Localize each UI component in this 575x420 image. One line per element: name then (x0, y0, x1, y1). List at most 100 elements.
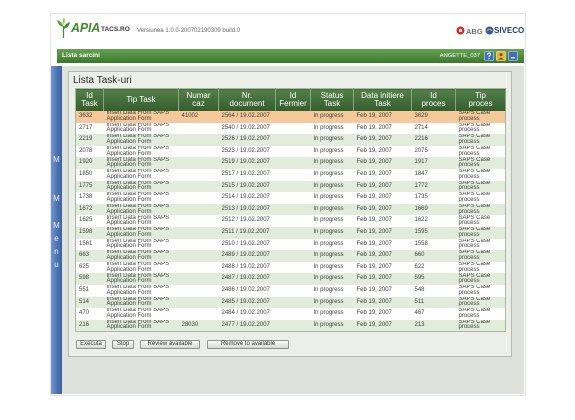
table-row[interactable]: 3632 Insert Data From SAPS Application Fo… (75, 111, 506, 123)
cell-id-fermier (275, 296, 311, 309)
column-header-tip-task[interactable]: Tip Task (103, 88, 179, 111)
cell-numar-caz (178, 238, 219, 251)
cell-id-task: 551 (75, 284, 104, 297)
cell-id-fermier (275, 180, 311, 193)
cell-id-task: 1672 (75, 203, 104, 216)
review-available-button[interactable]: Review available (140, 340, 200, 349)
cell-status-task: In progress (310, 192, 354, 204)
cell-tip-proces: SAPS Case process (455, 145, 506, 158)
cell-data-initiere: Feb 19, 2007 (353, 238, 412, 251)
cell-tip-task: Insert Data From SAPS Application Form (103, 273, 179, 285)
cell-id-proces: 1735 (411, 192, 456, 204)
table-row[interactable]: 2219 Insert Data From SAPS Application Fo… (75, 134, 506, 146)
cell-id-proces: 1917 (411, 157, 456, 169)
table-row[interactable]: 663 Insert Data From SAPS Application For… (75, 250, 506, 262)
task-table: Id Task Tip Task Numar caz Nr. document Id F… (75, 88, 506, 333)
stop-button[interactable]: Stop (112, 340, 134, 349)
table-row[interactable]: 1561 Insert Data From SAPS Application Fo… (75, 238, 506, 251)
table-row[interactable]: 1775 Insert Data From SAPS Application Fo… (75, 180, 506, 193)
cell-data-initiere: Feb 19, 2007 (353, 111, 412, 123)
cell-id-proces: 213 (411, 319, 456, 332)
cell-tip-proces: SAPS Case process (455, 203, 506, 216)
column-header-data-initiere[interactable]: Data initiere Task (353, 88, 412, 111)
table-row[interactable]: 1598 Insert Data From SAPS Application Fo… (75, 226, 506, 239)
cell-numar-caz (178, 134, 219, 146)
cell-id-proces: 660 (411, 250, 456, 262)
table-row[interactable]: 1850 Insert Data From SAPS Application Fo… (75, 168, 506, 181)
cell-id-fermier (275, 261, 311, 274)
cell-tip-proces: SAPS Case process (455, 168, 506, 181)
cell-nr-document: 2488 / 19.02.2007 (218, 261, 276, 274)
table-row[interactable]: 598 Insert Data From SAPS Application For… (75, 273, 506, 285)
cell-tip-proces: SAPS Case process (455, 192, 506, 204)
cell-tip-task: Insert Data From SAPS Application Form (103, 111, 179, 123)
cell-nr-document: 2489 / 19.02.2007 (218, 250, 276, 262)
cell-id-fermier (275, 284, 311, 297)
column-header-id-proces[interactable]: Id proces (411, 88, 456, 111)
cell-nr-document: 2517 / 19.02.2007 (218, 168, 276, 181)
user-icon[interactable] (496, 51, 506, 61)
side-menu-item-2[interactable]: M (51, 194, 62, 203)
cell-tip-proces: SAPS Case process (455, 238, 506, 251)
side-menu-toggle[interactable]: Menu (51, 221, 62, 273)
cell-status-task: In progress (310, 238, 354, 251)
column-header-id-fermier[interactable]: Id Fermier (275, 88, 311, 111)
cell-id-proces: 467 (411, 308, 456, 320)
cell-data-initiere: Feb 19, 2007 (353, 145, 412, 158)
table-header-row: Id Task Tip Task Numar caz Nr. document Id F… (75, 88, 506, 111)
side-menu-item-1[interactable]: M (51, 155, 62, 164)
abg-logo-icon (456, 26, 465, 35)
cell-numar-caz: 41002 (178, 111, 219, 123)
table-row[interactable]: 514 Insert Data From SAPS Application For… (75, 296, 506, 309)
table-row[interactable]: 216 Insert Data From SAPS Application For… (75, 319, 506, 332)
cell-tip-task: Insert Data From SAPS Application Form (103, 215, 179, 227)
cell-id-task: 663 (75, 250, 104, 262)
column-header-status-task[interactable]: Status Task (310, 88, 354, 111)
cell-status-task: In progress (310, 145, 354, 158)
cell-id-proces: 1772 (411, 180, 456, 193)
cell-status-task: In progress (310, 261, 354, 274)
column-header-tip-proces[interactable]: Tip proces (455, 88, 506, 111)
table-row[interactable]: 2078 Insert Data From SAPS Application Fo… (75, 145, 506, 158)
column-header-label: Status Task (320, 90, 344, 108)
cell-id-task: 1850 (75, 168, 104, 181)
cell-tip-task: Insert Data From SAPS Application Form (103, 319, 179, 332)
cell-nr-document: 2484 / 19.02.2007 (218, 308, 276, 320)
cell-id-proces: 2714 (411, 122, 456, 135)
logout-icon[interactable] (508, 51, 518, 61)
cell-id-fermier (275, 145, 311, 158)
column-header-numar-caz[interactable]: Numar caz (178, 88, 219, 111)
table-row[interactable]: 1738 Insert Data From SAPS Application Fo… (75, 192, 506, 204)
cell-id-task: 1598 (75, 226, 104, 239)
table-row[interactable]: 1625 Insert Data From SAPS Application Fo… (75, 215, 506, 227)
remove-to-available-button[interactable]: Remove to available (207, 340, 289, 349)
cell-numar-caz (178, 261, 219, 274)
help-icon[interactable] (484, 51, 494, 61)
cell-numar-caz (178, 226, 219, 239)
execute-button[interactable]: Executa (76, 340, 106, 349)
column-header-nr-document[interactable]: Nr. document (218, 88, 276, 111)
table-row[interactable]: 470 Insert Data From SAPS Application For… (75, 308, 506, 320)
cell-tip-task: Insert Data From SAPS Application Form (103, 168, 179, 181)
apia-logo: APIA TACS.RO (56, 17, 136, 41)
table-row[interactable]: 2717 Insert Data From SAPS Application Fo… (75, 122, 506, 135)
cell-tip-proces: SAPS Case process (455, 296, 506, 309)
table-row[interactable]: 1672 Insert Data From SAPS Application Fo… (75, 203, 506, 216)
table-row[interactable]: 625 Insert Data From SAPS Application For… (75, 261, 506, 274)
column-header-id-task[interactable]: Id Task (75, 88, 104, 111)
cell-tip-proces: SAPS Case process (455, 157, 506, 169)
cell-numar-caz (178, 215, 219, 227)
cell-id-proces: 1669 (411, 203, 456, 216)
cell-id-proces: 622 (411, 261, 456, 274)
cell-tip-task: Insert Data From SAPS Application Form (103, 145, 179, 158)
cell-id-proces: 3629 (411, 111, 456, 123)
column-header-label: Nr. document (229, 90, 265, 108)
table-row[interactable]: 551 Insert Data From SAPS Application For… (75, 284, 506, 297)
cell-nr-document: 2519 / 19.02.2007 (218, 157, 276, 169)
cell-id-task: 514 (75, 296, 104, 309)
cell-nr-document: 2514 / 19.02.2007 (218, 192, 276, 204)
cell-nr-document: 2515 / 19.02.2007 (218, 180, 276, 193)
table-row[interactable]: 1920 Insert Data From SAPS Application Fo… (75, 157, 506, 169)
cell-data-initiere: Feb 19, 2007 (353, 192, 412, 204)
cell-tip-proces: SAPS Case process (455, 134, 506, 146)
